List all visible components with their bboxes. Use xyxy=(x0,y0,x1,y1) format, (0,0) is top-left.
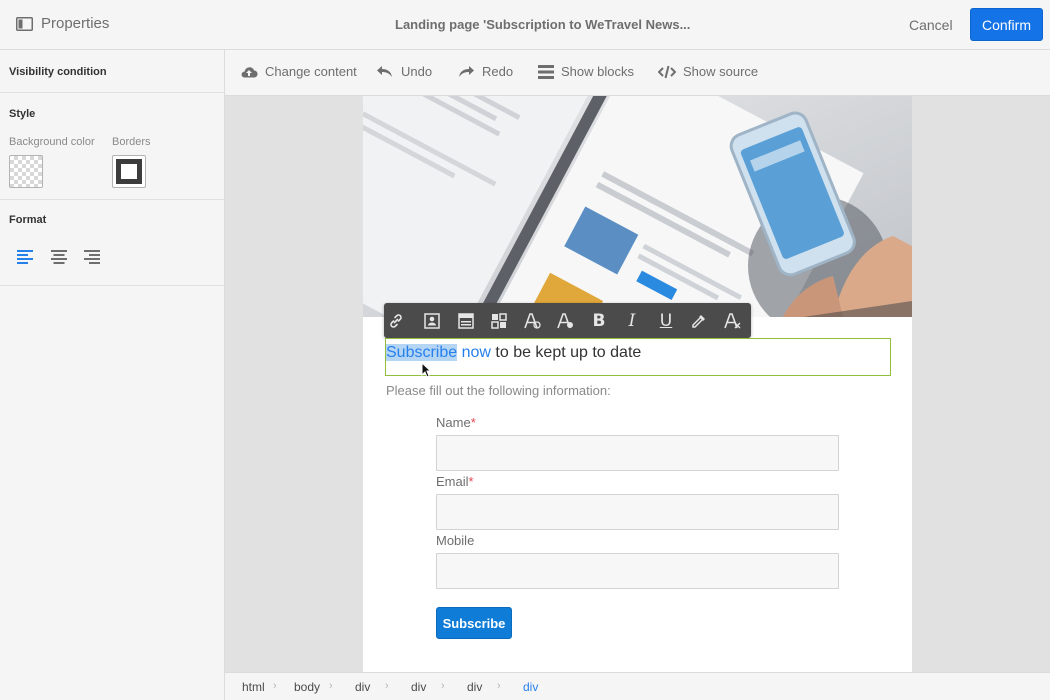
breadcrumb-separator: › xyxy=(441,680,445,692)
properties-panel: Visibility condition Style Background co… xyxy=(0,50,225,700)
change-content-label: Change content xyxy=(265,64,357,79)
show-blocks-button[interactable]: Show blocks xyxy=(538,64,634,79)
content-block-icon[interactable] xyxy=(456,311,476,331)
italic-icon[interactable]: I xyxy=(622,311,642,331)
breadcrumb-body[interactable]: body xyxy=(294,680,320,694)
breadcrumb-separator: › xyxy=(385,680,389,692)
text-format-toolbar: B I U xyxy=(384,303,751,338)
remove-format-icon[interactable] xyxy=(722,311,742,331)
headline-selected-text: Subscribe xyxy=(386,344,458,361)
undo-icon xyxy=(377,65,392,77)
panel-icon xyxy=(16,16,33,31)
cloud-upload-icon xyxy=(241,66,258,78)
code-icon xyxy=(658,65,676,78)
properties-title: Properties xyxy=(41,15,110,32)
change-content-button[interactable]: Change content xyxy=(240,64,357,79)
borders-swatch[interactable] xyxy=(112,155,146,188)
headline-text[interactable]: Subscribe now to be kept up to date xyxy=(386,344,641,362)
breadcrumb-div[interactable]: div xyxy=(467,680,482,694)
cancel-button[interactable]: Cancel xyxy=(897,10,965,40)
name-label: Name* xyxy=(436,415,476,430)
hero-image[interactable] xyxy=(363,96,912,317)
align-left-icon[interactable] xyxy=(16,249,38,267)
undo-button[interactable]: Undo xyxy=(376,64,432,79)
borders-label: Borders xyxy=(112,136,151,148)
dom-breadcrumb: html › body › div › div › div › div xyxy=(225,672,1050,700)
show-source-button[interactable]: Show source xyxy=(658,64,758,79)
redo-icon xyxy=(459,65,474,77)
bold-icon[interactable]: B xyxy=(589,311,609,331)
breadcrumb-div-current[interactable]: div xyxy=(523,680,538,694)
document-title: Landing page 'Subscription to WeTravel N… xyxy=(395,17,691,32)
eyedropper-icon[interactable] xyxy=(689,311,709,331)
show-source-label: Show source xyxy=(683,64,759,79)
breadcrumb-separator: › xyxy=(497,680,501,692)
redo-button[interactable]: Redo xyxy=(457,64,513,79)
properties-panel-toggle[interactable]: Properties xyxy=(16,15,109,32)
email-input[interactable] xyxy=(436,494,839,530)
background-color-icon[interactable] xyxy=(555,311,575,331)
background-color-swatch[interactable] xyxy=(9,155,43,188)
mouse-cursor-icon xyxy=(421,362,431,378)
breadcrumb-div[interactable]: div xyxy=(355,680,370,694)
subscribe-button[interactable]: Subscribe xyxy=(436,607,512,639)
font-color-icon[interactable] xyxy=(522,311,542,331)
visibility-condition-heading: Visibility condition xyxy=(9,66,107,78)
background-color-label: Background color xyxy=(9,136,95,148)
underline-icon[interactable]: U xyxy=(656,311,676,331)
email-label: Email* xyxy=(436,474,474,489)
confirm-button[interactable]: Confirm xyxy=(970,8,1043,41)
mobile-input[interactable] xyxy=(436,553,839,589)
align-right-icon[interactable] xyxy=(83,249,105,267)
format-heading: Format xyxy=(9,214,47,226)
format-section: Format xyxy=(0,200,224,286)
name-input[interactable] xyxy=(436,435,839,471)
undo-label: Undo xyxy=(401,64,433,79)
dynamic-content-icon[interactable] xyxy=(489,311,509,331)
intro-text: Please fill out the following informatio… xyxy=(386,383,611,398)
show-blocks-label: Show blocks xyxy=(561,64,634,79)
mobile-label: Mobile xyxy=(436,533,475,548)
align-center-icon[interactable] xyxy=(50,249,72,267)
breadcrumb-div[interactable]: div xyxy=(411,680,426,694)
breadcrumb-separator: › xyxy=(329,680,333,692)
visibility-condition-section[interactable]: Visibility condition xyxy=(0,50,224,93)
top-header: Properties Landing page 'Subscription to… xyxy=(0,0,1050,50)
personalization-icon[interactable] xyxy=(422,311,442,331)
link-icon[interactable] xyxy=(386,311,406,331)
headline-link-text: now xyxy=(457,344,491,361)
redo-label: Redo xyxy=(482,64,514,79)
style-section: Style Background color Borders xyxy=(0,93,224,200)
style-heading: Style xyxy=(9,108,36,120)
blocks-icon xyxy=(538,64,554,79)
breadcrumb-separator: › xyxy=(273,680,277,692)
breadcrumb-html[interactable]: html xyxy=(242,680,265,694)
editor-toolbar: Change content Undo Redo Show blocks Sho… xyxy=(225,50,1050,96)
headline-plain-text: to be kept up to date xyxy=(490,344,642,361)
